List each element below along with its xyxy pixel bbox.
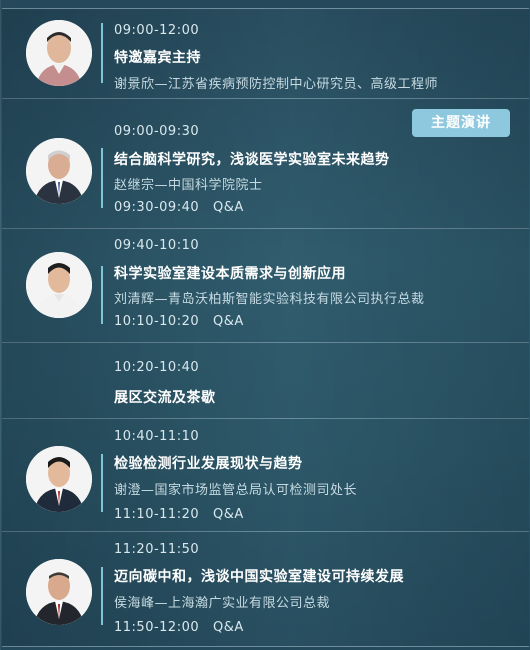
speaker-avatar: [26, 138, 92, 204]
qa-time-range: 11:10-11:20: [114, 507, 200, 522]
speaker-avatar: [26, 20, 92, 86]
divider-line: [101, 454, 103, 512]
speaker-avatar: [26, 559, 92, 625]
qa-time-range: 09:30-09:40: [114, 200, 200, 215]
agenda-row: 09:40-10:10 科学实验室建设本质需求与创新应用 刘清辉—青岛沃柏斯智能…: [2, 228, 529, 343]
speaker-avatar: [26, 252, 92, 318]
session-title: 结合脑科学研究，浅谈医学实验室未来趋势: [114, 152, 390, 168]
session-time: 09:40-10:10: [114, 238, 200, 253]
divider-line: [101, 567, 103, 625]
session-time: 11:20-11:50: [114, 542, 200, 557]
qa-label: Q&A: [213, 314, 244, 329]
qa-time: 11:50-12:00 Q&A: [114, 620, 244, 635]
qa-time-range: 11:50-12:00: [114, 620, 200, 635]
agenda-row: 10:20-10:40 展区交流及茶歇: [2, 342, 529, 419]
session-time: 10:20-10:40: [114, 360, 200, 375]
speaker-info: 谢景欣—江苏省疾病预防控制中心研究员、高级工程师: [114, 77, 439, 92]
session-time: 10:40-11:10: [114, 429, 200, 444]
divider-line: [101, 23, 103, 83]
agenda-row: 09:00-12:00 特邀嘉宾主持 谢景欣—江苏省疾病预防控制中心研究员、高级…: [2, 8, 529, 99]
session-title: 展区交流及茶歇: [114, 390, 216, 406]
session-time: 09:00-09:30: [114, 124, 200, 139]
divider-line: [101, 266, 103, 324]
keynote-badge: 主题演讲: [412, 109, 510, 137]
speaker-info: 刘清辉—青岛沃柏斯智能实验科技有限公司执行总裁: [114, 292, 425, 307]
session-title: 检验检测行业发展现状与趋势: [114, 456, 303, 472]
agenda-row: 11:20-11:50 迈向碳中和，浅谈中国实验室建设可持续发展 侯海峰—上海瀚…: [2, 531, 529, 647]
session-title: 迈向碳中和，浅谈中国实验室建设可持续发展: [114, 569, 404, 585]
agenda-panel: 09:00-12:00 特邀嘉宾主持 谢景欣—江苏省疾病预防控制中心研究员、高级…: [0, 0, 530, 650]
qa-time: 10:10-10:20 Q&A: [114, 314, 244, 329]
qa-time: 11:10-11:20 Q&A: [114, 507, 244, 522]
qa-time-range: 10:10-10:20: [114, 314, 200, 329]
qa-label: Q&A: [213, 620, 244, 635]
speaker-info: 谢澄—国家市场监管总局认可检测司处长: [114, 483, 358, 498]
speaker-info: 赵继宗—中国科学院院士: [114, 178, 263, 193]
divider-line: [101, 148, 103, 208]
session-time: 09:00-12:00: [114, 23, 200, 38]
speaker-info: 侯海峰—上海瀚广实业有限公司总裁: [114, 596, 331, 611]
qa-label: Q&A: [213, 200, 244, 215]
qa-time: 09:30-09:40 Q&A: [114, 200, 244, 215]
session-title: 特邀嘉宾主持: [114, 50, 201, 66]
qa-label: Q&A: [213, 507, 244, 522]
speaker-avatar: [26, 446, 92, 512]
agenda-row: 10:40-11:10 检验检测行业发展现状与趋势 谢澄—国家市场监管总局认可检…: [2, 418, 529, 532]
session-title: 科学实验室建设本质需求与创新应用: [114, 266, 346, 282]
